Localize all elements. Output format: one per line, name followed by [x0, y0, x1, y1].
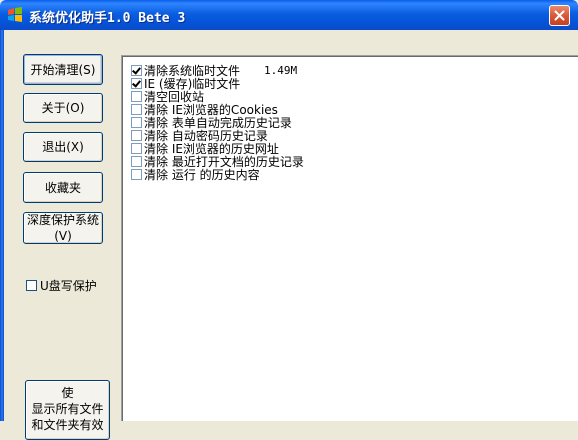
- usb-write-protect-label: U盘写保护: [40, 279, 97, 293]
- cleanup-item-label: 清除 运行 的历史内容: [144, 168, 260, 182]
- close-button[interactable]: [549, 5, 570, 26]
- cleanup-item-checkbox[interactable]: [131, 117, 142, 128]
- usb-write-protect-checkbox[interactable]: [26, 280, 37, 291]
- cleanup-item-checkbox[interactable]: [131, 130, 142, 141]
- cleanup-item-checkbox[interactable]: [131, 104, 142, 115]
- cleanup-item-checkbox[interactable]: [131, 169, 142, 180]
- title-bar: 系统优化助手1.0 Bete 3: [0, 0, 578, 30]
- cleanup-item-checkbox[interactable]: [131, 143, 142, 154]
- show-all-files-button[interactable]: 使 显示所有文件和文件夹有效: [25, 380, 110, 440]
- cleanup-item-checkbox[interactable]: [131, 91, 142, 102]
- cleanup-options-panel: 清除系统临时文件 1.49M IE (缓存)临时文件 清空回收站 清除 IE浏览器的Co…: [121, 55, 578, 421]
- app-icon: [8, 7, 22, 22]
- deep-protect-system-button[interactable]: 深度保护系统(V): [23, 212, 103, 244]
- about-button[interactable]: 关于(O): [23, 93, 103, 123]
- cleanup-item-checkbox[interactable]: [131, 156, 142, 167]
- cleanup-item-checkbox[interactable]: [131, 65, 142, 76]
- start-cleanup-button[interactable]: 开始清理(S): [23, 54, 103, 85]
- favorites-button[interactable]: 收藏夹: [23, 172, 103, 203]
- close-icon: [554, 10, 565, 21]
- cleanup-options-list: 清除系统临时文件 1.49M IE (缓存)临时文件 清空回收站 清除 IE浏览器的Co…: [131, 64, 304, 182]
- window-frame-left: [0, 30, 4, 421]
- usb-write-protect-option[interactable]: U盘写保护: [26, 277, 97, 294]
- exit-button[interactable]: 退出(X): [23, 132, 103, 162]
- show-all-files-label: 使 显示所有文件和文件夹有效: [31, 386, 104, 432]
- cleanup-item-size: 1.49M: [264, 64, 298, 77]
- window-title: 系统优化助手1.0 Bete 3: [29, 11, 186, 26]
- cleanup-item-checkbox[interactable]: [131, 78, 142, 89]
